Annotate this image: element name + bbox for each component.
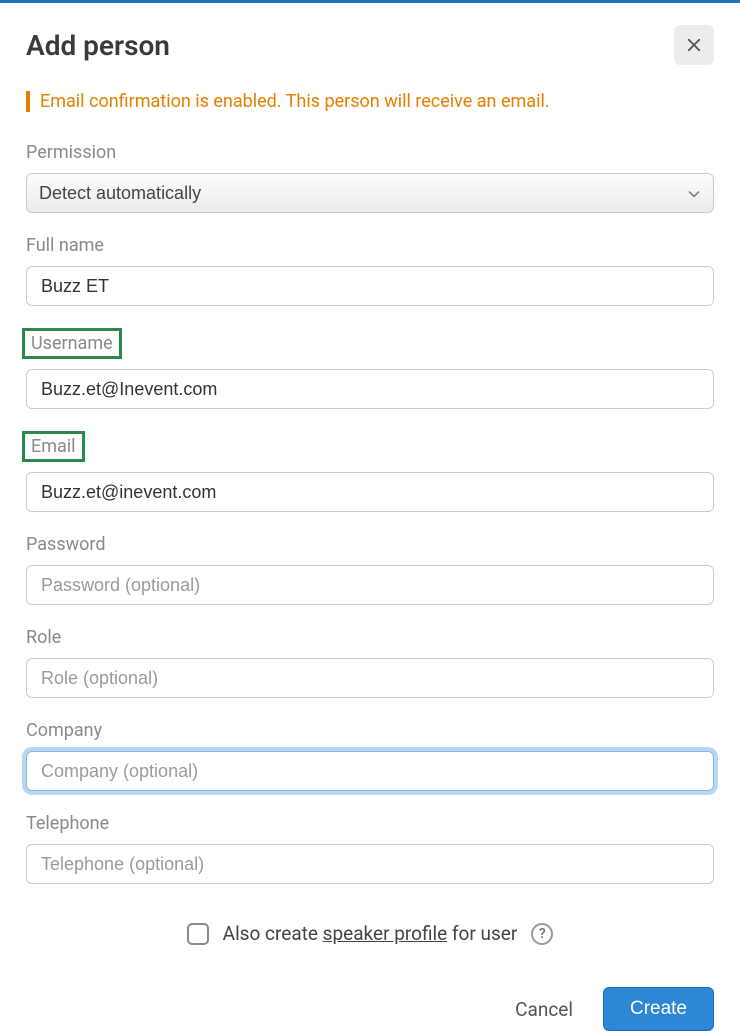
notice-banner: Email confirmation is enabled. This pers… bbox=[26, 91, 714, 112]
fullname-label: Full name bbox=[26, 235, 104, 256]
speaker-profile-checkbox[interactable] bbox=[187, 923, 209, 945]
username-label: Username bbox=[22, 328, 122, 359]
speaker-profile-label: Also create speaker profile for user bbox=[223, 922, 518, 945]
password-label: Password bbox=[26, 534, 106, 555]
role-input[interactable] bbox=[26, 658, 714, 698]
help-icon[interactable]: ? bbox=[531, 923, 553, 945]
role-label: Role bbox=[26, 627, 61, 648]
modal-title: Add person bbox=[26, 29, 170, 62]
telephone-label: Telephone bbox=[26, 813, 109, 834]
cancel-button[interactable]: Cancel bbox=[515, 998, 573, 1021]
create-button[interactable]: Create bbox=[603, 987, 714, 1031]
close-icon bbox=[685, 36, 703, 54]
company-input[interactable] bbox=[26, 751, 714, 791]
telephone-input[interactable] bbox=[26, 844, 714, 884]
password-input[interactable] bbox=[26, 565, 714, 605]
company-label: Company bbox=[26, 720, 102, 741]
close-button[interactable] bbox=[674, 25, 714, 65]
fullname-input[interactable] bbox=[26, 266, 714, 306]
email-label: Email bbox=[22, 431, 85, 462]
email-input[interactable] bbox=[26, 472, 714, 512]
permission-select[interactable]: Detect automatically bbox=[26, 173, 714, 213]
username-input[interactable] bbox=[26, 369, 714, 409]
permission-label: Permission bbox=[26, 142, 116, 163]
